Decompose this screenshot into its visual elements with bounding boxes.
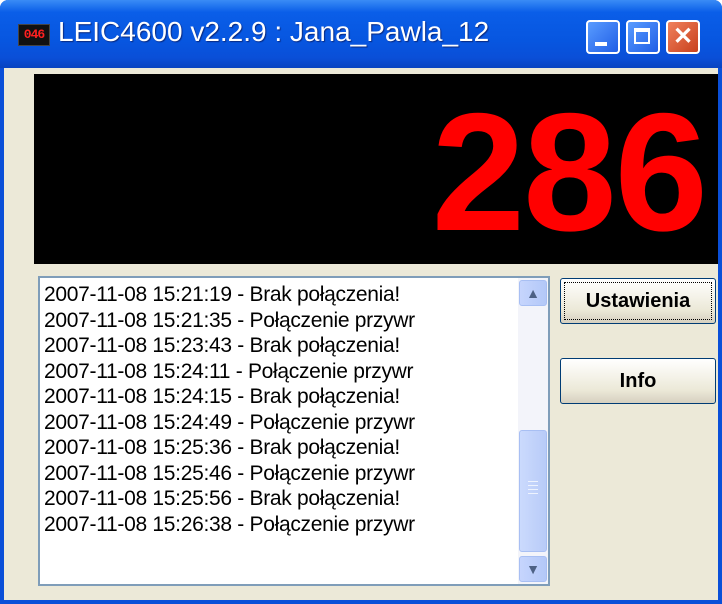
close-button[interactable]: ✕ [666,20,700,54]
log-entry[interactable]: 2007-11-08 15:26:38 - Połączenie przywr [44,512,516,538]
close-icon: ✕ [672,23,694,50]
log-entry[interactable]: 2007-11-08 15:21:19 - Brak połączenia! [44,282,516,308]
info-button[interactable]: Info [560,358,716,404]
maximize-button[interactable] [626,20,660,54]
log-entry[interactable]: 2007-11-08 15:24:49 - Połączenie przywr [44,410,516,436]
info-button-label: Info [619,370,657,392]
log-entry[interactable]: 2007-11-08 15:21:35 - Połączenie przywr [44,308,516,334]
log-scrollbar[interactable]: ▲ ▼ [518,278,548,584]
window-title: LEIC4600 v2.2.9 : Jana_Pawla_12 [58,16,490,47]
event-log-list: 2007-11-08 15:21:19 - Brak połączenia! 2… [44,282,516,580]
chevron-down-icon: ▼ [526,561,540,577]
minimize-button[interactable] [586,20,620,54]
app-icon: 046 [18,24,50,46]
log-entry[interactable]: 2007-11-08 15:25:56 - Brak połączenia! [44,486,516,512]
focus-rectangle [564,282,712,320]
grip-icon [528,481,538,482]
chevron-up-icon: ▲ [526,285,540,301]
scroll-down-button[interactable]: ▼ [519,556,547,582]
counter-value: 286 [431,78,708,266]
app-window: 046 LEIC4600 v2.2.9 : Jana_Pawla_12 ✕ 28… [0,0,722,604]
title-bar[interactable]: 046 LEIC4600 v2.2.9 : Jana_Pawla_12 ✕ [0,0,722,68]
event-log[interactable]: 2007-11-08 15:21:19 - Brak połączenia! 2… [38,276,550,586]
scroll-up-button[interactable]: ▲ [519,280,547,306]
log-entry[interactable]: 2007-11-08 15:24:11 - Połączenie przywr [44,359,516,385]
settings-button[interactable]: Ustawienia [560,278,716,324]
counter-display: 286 [34,74,718,264]
log-entry[interactable]: 2007-11-08 15:25:36 - Brak połączenia! [44,435,516,461]
log-entry[interactable]: 2007-11-08 15:23:43 - Brak połączenia! [44,333,516,359]
log-entry[interactable]: 2007-11-08 15:25:46 - Połączenie przywr [44,461,516,487]
log-entry[interactable]: 2007-11-08 15:24:15 - Brak połączenia! [44,384,516,410]
scrollbar-thumb[interactable] [519,430,547,552]
